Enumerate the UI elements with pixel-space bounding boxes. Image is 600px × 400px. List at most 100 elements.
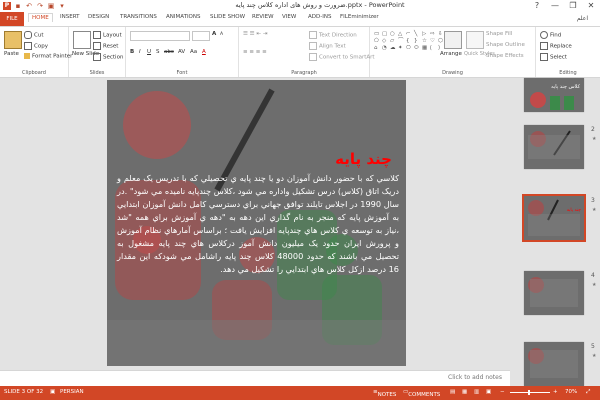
tab-design[interactable]: DESIGN	[88, 14, 109, 20]
comments-button[interactable]: ▭ COMMENTS	[403, 389, 440, 398]
italic-button[interactable]: I	[139, 49, 141, 55]
tab-insert[interactable]: INSERT	[60, 14, 79, 20]
current-slide[interactable]: چند پایه کلاسي که با حضور دانش آموزان دو…	[107, 80, 406, 366]
paste-icon[interactable]	[4, 31, 22, 49]
tab-add-ins[interactable]: ADD-INS	[308, 14, 331, 20]
zoom-in-button[interactable]: +	[553, 389, 558, 395]
tab-home[interactable]: HOME	[28, 13, 53, 22]
slide-thumbnail-pane[interactable]: کلاس چند پایه 2 ★ چند پایه 3 ★ 4 ★ 5 ★	[510, 78, 600, 386]
section-icon	[93, 53, 101, 61]
shape-outline-button[interactable]: Shape Outline	[486, 42, 525, 48]
drawing-group: ▭ ▢ ○ △ ⌐ ╲ ▷ ⇨ ⇩ ⬠ ◇ ▱ ⌒{} ☆ ♡ ⬡ ⌂ ◔ ☁ ✦ ⎔ ⬭ ▦ ⟮ ⟯ Arrange Qu…	[370, 27, 536, 77]
language-indicator[interactable]: PERSIAN	[60, 389, 84, 395]
zoom-level[interactable]: 70%	[565, 389, 577, 395]
replace-button[interactable]: Replace	[540, 42, 572, 50]
title-bar: P ▪ ↶ ↷ ▣ ▾ ضرورت و روش های اداره کلاس چ…	[0, 0, 600, 12]
replace-icon	[540, 42, 548, 50]
shape-fill-button[interactable]: Shape Fill	[486, 31, 512, 37]
paste-button[interactable]: Paste	[4, 51, 19, 57]
editing-group: Find Replace Select Editing	[536, 27, 600, 77]
convert-smartart-button[interactable]: Convert to SmartArt	[309, 53, 375, 61]
arrange-icon[interactable]	[444, 31, 462, 49]
customize-toolbar-icon[interactable]: ▾	[58, 2, 66, 10]
slide-body-text[interactable]: کلاسي که با حضور دانش آموزان دو يا چند پ…	[117, 172, 399, 276]
layout-button[interactable]: Layout	[93, 31, 122, 39]
close-button[interactable]: ✕	[582, 0, 600, 12]
layout-icon	[93, 31, 101, 39]
reading-view-icon[interactable]: ▥	[474, 389, 479, 395]
select-button[interactable]: Select	[540, 53, 567, 61]
redo-icon[interactable]: ↷	[36, 2, 44, 10]
text-direction-button[interactable]: Text Direction	[309, 31, 357, 39]
slide-sorter-icon[interactable]: ▦	[462, 389, 467, 395]
bold-button[interactable]: B	[130, 49, 134, 55]
shapes-gallery[interactable]: ▭ ▢ ○ △ ⌐ ╲ ▷ ⇨ ⇩ ⬠ ◇ ▱ ⌒{} ☆ ♡ ⬡ ⌂ ◔ ☁ ✦ ⎔ ⬭ ▦ ⟮ ⟯	[374, 31, 445, 51]
slide-editor[interactable]: چند پایه کلاسي که با حضور دانش آموزان دو…	[0, 78, 510, 370]
minimize-button[interactable]: —	[546, 0, 564, 12]
format-painter-button[interactable]: Format Painter	[24, 53, 72, 60]
font-group-label: Font	[176, 70, 188, 76]
paragraph-group-label: Paragraph	[291, 70, 317, 76]
slide-thumbnail-2[interactable]	[524, 125, 584, 169]
shadow-button[interactable]: S	[156, 49, 160, 55]
spelling-icon[interactable]: ▣	[50, 389, 55, 395]
character-spacing-button[interactable]: AV	[178, 49, 185, 55]
zoom-slider-thumb[interactable]	[528, 390, 530, 395]
zoom-out-button[interactable]: −	[500, 389, 505, 395]
tab-review[interactable]: REVIEW	[252, 14, 274, 20]
font-group: A A B I U S abc AV Aa A Font	[126, 27, 239, 77]
cut-button[interactable]: Cut	[24, 31, 43, 39]
strikethrough-button[interactable]: abc	[164, 49, 174, 55]
reset-button[interactable]: Reset	[93, 42, 118, 50]
tab-slide-show[interactable]: SLIDE SHOW	[210, 14, 245, 20]
align-icons[interactable]: ≡ ≡ ≡ ≡	[243, 49, 267, 55]
shrink-font-button[interactable]: A	[220, 32, 223, 37]
save-icon[interactable]: ▪	[14, 2, 22, 10]
fit-slide-icon[interactable]: ⤢	[586, 389, 590, 396]
notes-placeholder[interactable]: Click to add notes	[448, 374, 502, 381]
window-title: ضرورت و روش های اداره کلاس چند پایه.pptx…	[235, 1, 405, 9]
copy-button[interactable]: Copy	[24, 42, 48, 50]
bullets-icon[interactable]: ☰ ☰ ⇤ ⇥	[243, 31, 267, 37]
help-button[interactable]: ?	[528, 0, 546, 12]
clipboard-group-label: Clipboard	[22, 70, 46, 76]
slide-thumbnail-1[interactable]: کلاس چند پایه	[524, 78, 584, 112]
new-slide-icon[interactable]	[73, 31, 91, 49]
status-bar: SLIDE 3 OF 32 ▣ PERSIAN ≡ NOTES ▭ COMMEN…	[0, 386, 600, 400]
slide-thumbnail-2-picture	[528, 130, 580, 159]
font-name-dropdown[interactable]	[130, 31, 190, 41]
arrange-button[interactable]: Arrange	[440, 51, 462, 57]
tab-fileminimizer[interactable]: FILEminimizer	[340, 14, 379, 20]
section-button[interactable]: Section	[93, 53, 123, 61]
underline-button[interactable]: U	[147, 49, 151, 55]
slide-thumbnail-3[interactable]: چند پایه	[522, 194, 586, 242]
zoom-slider[interactable]	[510, 392, 550, 393]
font-color-button[interactable]: A	[202, 49, 206, 55]
notes-pane[interactable]: Click to add notes	[0, 370, 510, 387]
slideshow-view-icon[interactable]: ▣	[486, 389, 491, 395]
slide-thumbnail-4-picture	[528, 277, 578, 307]
restore-button[interactable]: ❐	[564, 0, 582, 12]
notes-button[interactable]: ≡ NOTES	[373, 389, 396, 398]
select-icon	[540, 53, 548, 61]
find-button[interactable]: Find	[540, 31, 561, 39]
align-text-button[interactable]: Align Text	[309, 42, 346, 50]
slide-thumbnail-5[interactable]	[524, 342, 584, 386]
slide-thumbnail-2-animation-icon: ★	[592, 136, 597, 142]
change-case-button[interactable]: Aa	[190, 49, 197, 55]
undo-icon[interactable]: ↶	[25, 2, 33, 10]
slide-title[interactable]: چند پایه	[335, 150, 392, 168]
tab-transitions[interactable]: TRANSITIONS	[120, 14, 157, 20]
quick-access-toolbar: P ▪ ↶ ↷ ▣ ▾	[3, 2, 66, 10]
grow-font-button[interactable]: A	[212, 31, 216, 37]
tab-file[interactable]: FILE	[0, 12, 24, 26]
tab-animations[interactable]: ANIMATIONS	[166, 14, 201, 20]
user-account[interactable]: اعلم	[577, 15, 588, 22]
shape-effects-button[interactable]: Shape Effects	[486, 53, 524, 59]
tab-view[interactable]: VIEW	[282, 14, 296, 20]
quick-styles-icon[interactable]	[466, 31, 484, 49]
slide-thumbnail-4[interactable]	[524, 271, 584, 315]
normal-view-icon[interactable]: ▤	[450, 389, 455, 395]
font-size-dropdown[interactable]	[192, 31, 210, 41]
start-slideshow-icon[interactable]: ▣	[47, 2, 55, 10]
